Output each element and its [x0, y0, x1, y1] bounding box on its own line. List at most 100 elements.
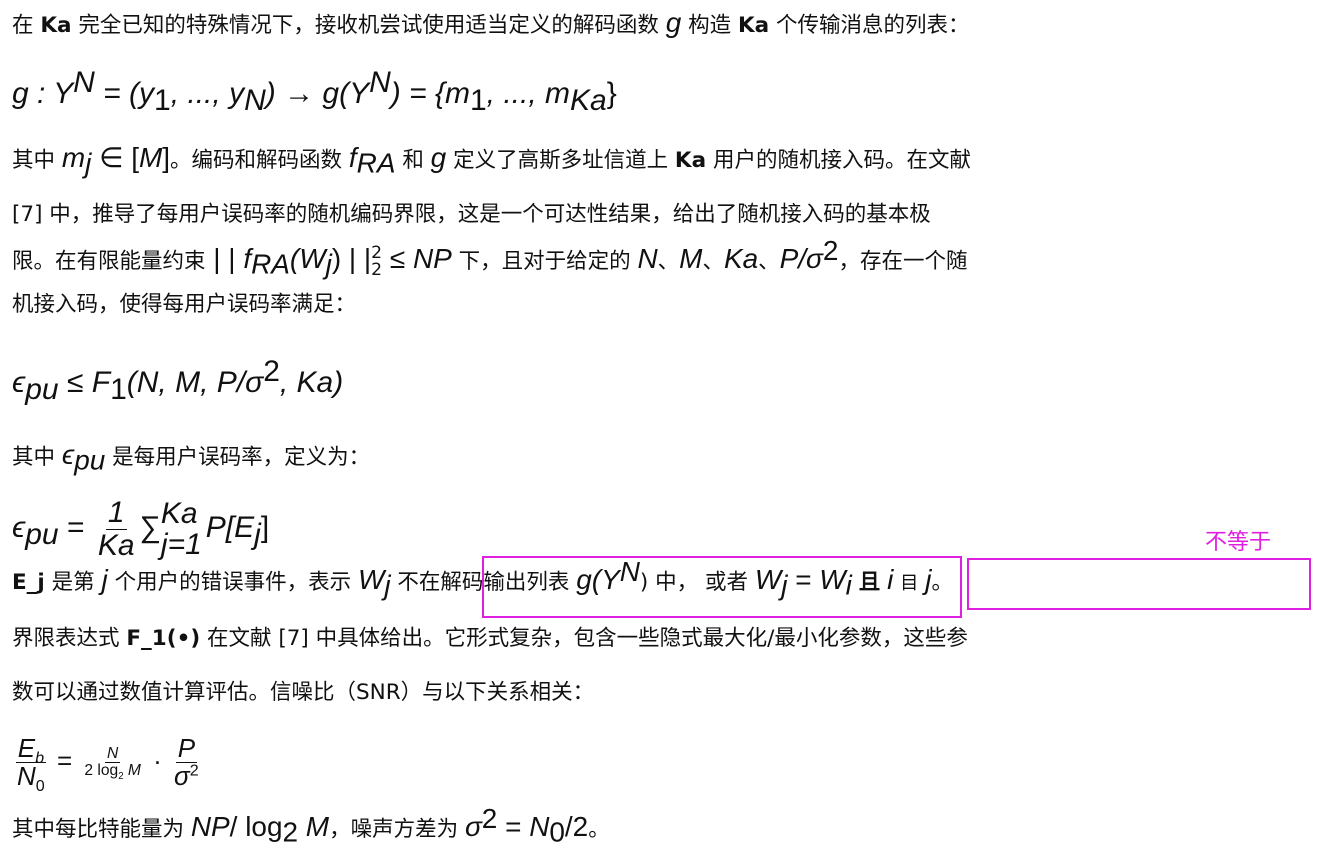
denominator: 2 log2 M	[82, 762, 143, 782]
text: 是每用户误码率，定义为：	[112, 445, 371, 470]
sum-lower: j=1	[160, 528, 202, 561]
text: 是第	[51, 570, 95, 595]
math: Ka	[723, 243, 759, 274]
math-sub: pu	[25, 517, 59, 551]
math: / log	[229, 811, 283, 842]
math: P/σ	[779, 243, 823, 274]
text: 用户的随机接入码。在文献	[712, 148, 971, 173]
math: ϵ	[12, 510, 26, 544]
text: 机接入码，使得每用户误码率满足：	[12, 292, 357, 317]
text: 和	[402, 148, 424, 173]
ej-term: E_j	[12, 570, 45, 595]
math: ) → g(Y	[265, 77, 370, 110]
annotation-not-equal: 不等于	[1205, 530, 1272, 555]
math: ) | |	[331, 243, 372, 274]
numerator: 1	[105, 496, 127, 530]
denominator: N0	[15, 761, 47, 795]
math: M	[679, 243, 703, 274]
math: m	[61, 142, 86, 173]
math: 2 log	[84, 762, 119, 780]
f1-term: F_1(•)	[126, 626, 201, 651]
math: F	[91, 366, 111, 399]
math: N	[17, 761, 36, 792]
math-sup: N	[73, 66, 95, 99]
math: ∈ [	[91, 142, 139, 173]
math-sub: 2	[282, 816, 299, 848]
math-sub: 1	[469, 84, 487, 117]
math: ·	[145, 745, 170, 776]
denominator: Ka	[97, 528, 135, 562]
math-g: g	[665, 7, 682, 38]
math-sub: 2	[371, 260, 383, 280]
math: NP	[190, 811, 230, 842]
math-sup: 2	[481, 802, 498, 834]
math: E	[17, 733, 36, 763]
paragraph-energy: 其中每比特能量为 NP/ log2 M，噪声方差为 σ2 = N0/2。	[12, 804, 610, 848]
math: , ..., y	[170, 77, 245, 110]
paragraph-coding-line1: 其中 mj ∈ [M]。编码和解码函数 fRA 和 g 定义了高斯多址信道上 K…	[12, 142, 971, 177]
text: 下，且对于给定的	[458, 249, 631, 274]
math-sub: j	[384, 569, 391, 601]
text: 。编码和解码函数	[170, 148, 343, 173]
text: 个传输消息的列表：	[776, 13, 970, 38]
math: σ	[464, 811, 482, 842]
text: 定义了高斯多址信道上	[453, 148, 669, 173]
formula-decoder: g : YN = (y1, ..., yN) → g(YN) = {m1, ..…	[12, 68, 617, 117]
math: /2	[564, 811, 589, 842]
ka-term: Ka	[737, 13, 770, 38]
math: (N, M, P/σ	[126, 366, 264, 399]
math-sub: RA	[251, 248, 290, 280]
math: ) = {m	[390, 77, 470, 110]
math: ϵ	[61, 439, 75, 470]
highlight-box-or-condition	[967, 558, 1311, 610]
math: ]	[260, 510, 270, 544]
math: N	[529, 811, 550, 842]
math: (W	[289, 243, 326, 274]
math: W	[357, 564, 385, 595]
text: 构造	[688, 13, 732, 38]
math: , Ka)	[279, 366, 344, 399]
math: =	[49, 745, 80, 776]
sum-symbol: ∑	[139, 510, 161, 544]
math-sub: 1	[110, 373, 127, 406]
text: 数可以通过数值计算评估。信噪比（SNR）与以下关系相关：	[12, 680, 595, 705]
formula-per-user-error: ϵpu = 1 Ka ∑ Ka j=1 P[Ej]	[12, 497, 269, 561]
math: , ..., m	[486, 77, 571, 110]
math: P[E	[205, 510, 255, 544]
paragraph-definition: 其中 ϵpu 是每用户误码率，定义为：	[12, 439, 371, 474]
text: 限。在有限能量约束	[12, 249, 206, 274]
math: f	[348, 142, 357, 173]
paragraph-intro: 在 Ka 完全已知的特殊情况下，接收机尝试使用适当定义的解码函数 g 构造 Ka…	[12, 8, 970, 41]
formula-snr: Eb N0 = N2 log2 M · Pσ2	[12, 733, 204, 795]
text: 、	[702, 249, 724, 274]
math: | |	[205, 243, 244, 274]
text: 完全已知的特殊情况下，接收机尝试使用适当定义的解码函数	[78, 13, 659, 38]
math: j	[101, 564, 108, 595]
math-sub: pu	[25, 373, 59, 406]
text: ，存在一个随	[838, 249, 968, 274]
text: 在文献 [7] 中具体给出。它形式复杂，包含一些隐式最大化/最小化参数，这些参	[207, 626, 968, 651]
paragraph-bound-expression-line2: 数可以通过数值计算评估。信噪比（SNR）与以下关系相关：	[12, 678, 594, 708]
numerator: Eb	[15, 733, 47, 766]
text: 其中	[12, 445, 56, 470]
text: 。	[588, 817, 610, 842]
highlight-box-not-in-list	[482, 556, 962, 618]
math: NP	[412, 243, 452, 274]
math: ϵ	[12, 366, 26, 399]
text: 、	[758, 249, 780, 274]
text: [7] 中，推导了每用户误码率的随机编码界限，这是一个可达性结果，给出了随机接入…	[12, 202, 931, 227]
math-sub: Ka	[570, 84, 607, 117]
math-sup: 2	[189, 761, 199, 780]
ka-term: Ka	[40, 13, 72, 38]
paragraph-coding-line3: 限。在有限能量约束 | | fRA(Wj) | | 2 2 ≤ NP 下，且对于给定…	[12, 236, 968, 280]
math: f	[243, 243, 252, 274]
denominator: σ2	[172, 763, 201, 790]
math-sup: N	[369, 66, 391, 99]
math: =	[58, 510, 93, 544]
math: }	[606, 77, 617, 110]
text: 其中	[12, 148, 56, 173]
text: 在	[12, 13, 34, 38]
formula-bound: ϵpu ≤ F1(N, M, P/σ2, Ka)	[12, 357, 344, 406]
math-sup: 2	[822, 234, 839, 266]
math: ≤	[382, 243, 413, 274]
